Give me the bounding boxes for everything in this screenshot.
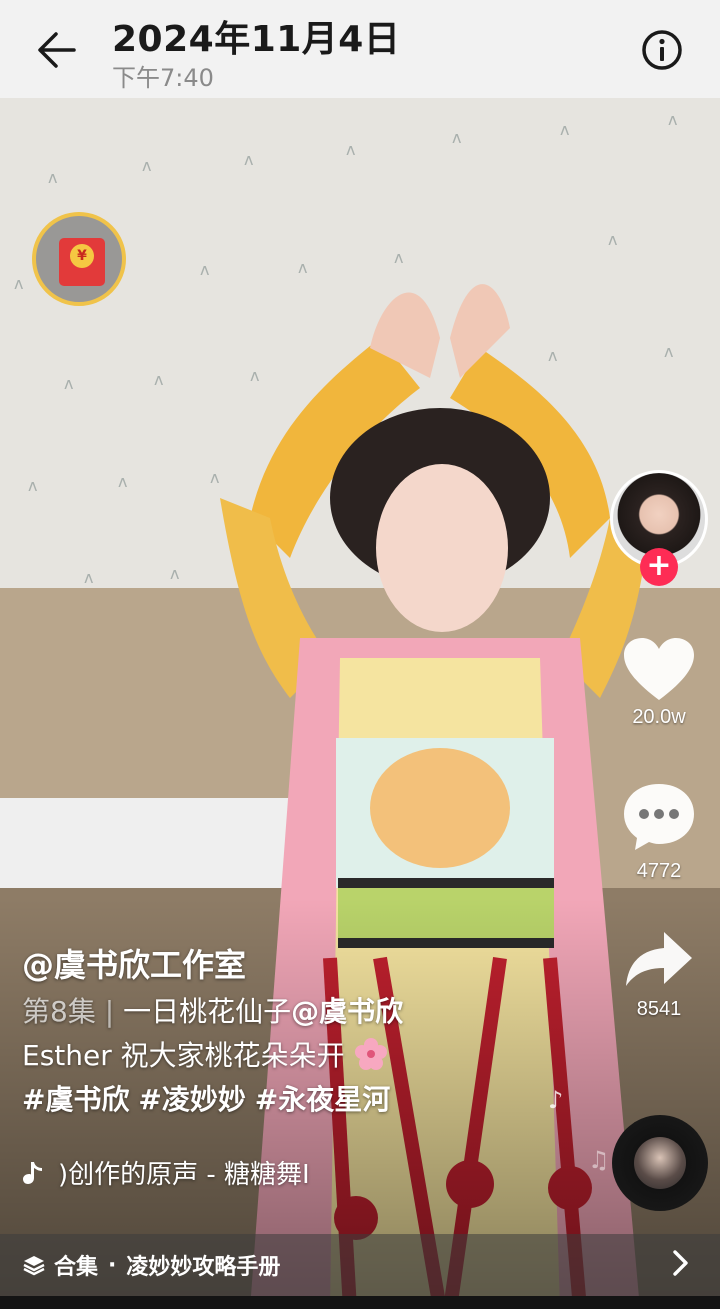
- top-app-bar: 2024年11月4日 下午7:40: [0, 0, 720, 98]
- yuan-coin-icon: ¥: [70, 244, 94, 268]
- collection-bar[interactable]: 合集 · 凌妙妙攻略手册: [0, 1234, 720, 1296]
- music-disc[interactable]: [612, 1115, 708, 1211]
- page-title: 2024年11月4日: [112, 19, 401, 60]
- follow-button[interactable]: +: [640, 548, 678, 586]
- music-title: )创作的原声 - 糖糖舞I: [58, 1160, 310, 1190]
- page-subtitle-time: 下午7:40: [112, 64, 214, 92]
- tiktok-note-icon: [23, 1161, 42, 1184]
- info-icon: [642, 30, 682, 70]
- collection-name: 凌妙妙攻略手册: [126, 1255, 281, 1280]
- hashtag-link[interactable]: #虞书欣: [22, 1083, 129, 1116]
- red-packet-widget[interactable]: ¥: [32, 212, 126, 306]
- chevron-right-icon: [673, 1250, 688, 1276]
- music-info[interactable]: )创作的原声 - 糖糖舞I: [22, 1154, 310, 1191]
- music-note-icon: ♫: [588, 1146, 610, 1174]
- episode-label[interactable]: 第8集: [22, 995, 96, 1028]
- share-arrow-icon: [626, 932, 692, 986]
- mention-link[interactable]: @虞书欣: [291, 995, 403, 1028]
- arrow-left-icon: [38, 32, 76, 68]
- like-button[interactable]: 20.0w: [622, 636, 696, 729]
- hashtag-link[interactable]: #永夜星河: [255, 1083, 390, 1116]
- music-cover-image: [634, 1137, 686, 1189]
- peach-blossom-icon: [354, 1038, 387, 1070]
- comment-icon: [624, 784, 694, 850]
- info-button[interactable]: [640, 28, 684, 72]
- hashtag-link[interactable]: #凌妙妙: [138, 1083, 245, 1116]
- collection-prefix: 合集: [54, 1255, 99, 1280]
- caption-line-2: Esther 祝大家桃花朵朵开: [22, 1039, 345, 1072]
- share-button[interactable]: 8541: [622, 928, 696, 1021]
- caption-text: 一日桃花仙子: [123, 995, 292, 1028]
- layers-icon: [23, 1256, 45, 1276]
- episode-separator: |: [104, 995, 115, 1028]
- video-description: 第8集 | 一日桃花仙子@虞书欣 Esther 祝大家桃花朵朵开 #虞书欣 #凌…: [22, 990, 562, 1122]
- red-envelope-icon: ¥: [59, 238, 105, 286]
- back-button[interactable]: [30, 26, 86, 74]
- bottom-strip: [0, 1296, 720, 1309]
- collection-dot: ·: [108, 1252, 117, 1278]
- comment-count: 4772: [636, 860, 682, 882]
- comment-button[interactable]: 4772: [622, 782, 696, 883]
- author-name[interactable]: @虞书欣工作室: [22, 940, 246, 986]
- heart-icon: [624, 638, 694, 700]
